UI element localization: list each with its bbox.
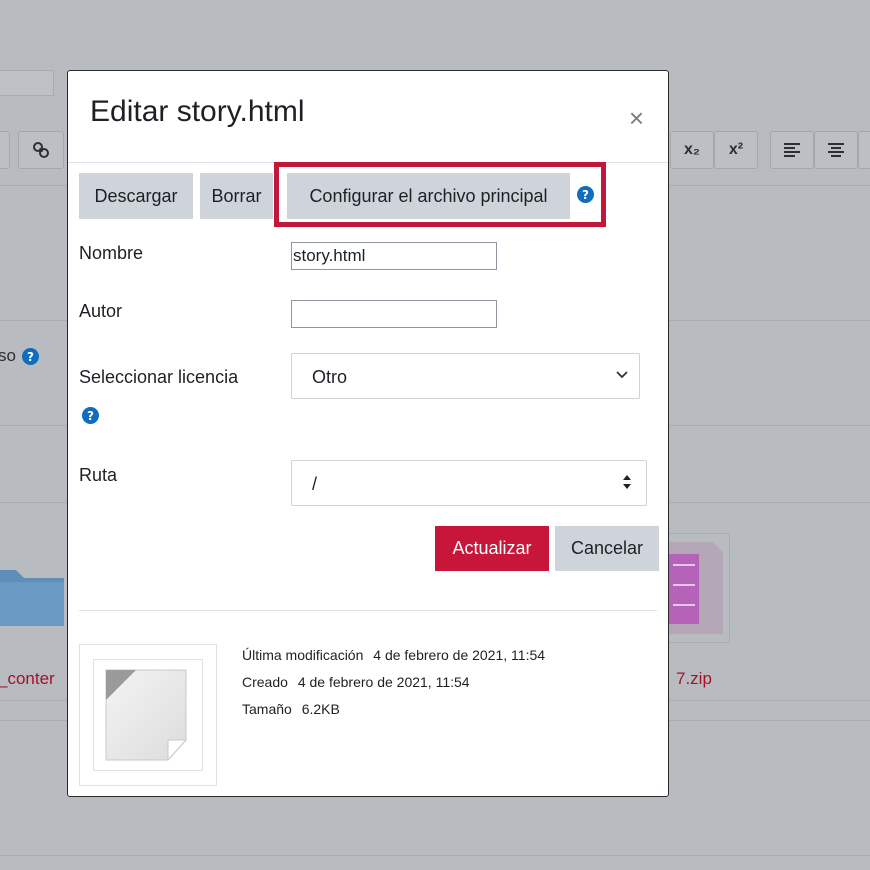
download-button[interactable]: Descargar (79, 173, 193, 219)
size-label: Tamaño (242, 701, 292, 717)
modified-label: Última modificación (242, 647, 364, 663)
superscript-button: x² (714, 131, 758, 169)
folder-link-partial: _conter (0, 669, 55, 688)
dialog-title: Editar story.html (90, 95, 305, 128)
toolbar-link-button (18, 131, 64, 169)
zip-file-icon (669, 542, 723, 634)
license-select[interactable]: Otro (291, 353, 640, 399)
toolbar-button-more (858, 131, 870, 169)
created-label: Creado (242, 674, 288, 690)
path-selected-value: / (312, 474, 318, 494)
set-main-file-help-icon[interactable]: ? (577, 186, 594, 203)
align-left-button (770, 131, 814, 169)
sort-arrows-icon (623, 475, 631, 489)
background-divider (0, 855, 870, 856)
license-help-icon[interactable]: ? (82, 407, 99, 424)
align-center-icon (828, 143, 844, 157)
highlight-box (274, 162, 606, 227)
update-button[interactable]: Actualizar (435, 526, 549, 571)
file-thumbnail-frame (93, 659, 203, 771)
file-icon (105, 669, 188, 762)
created-value: 4 de febrero de 2021, 11:54 (297, 674, 470, 690)
modified-info: Última modificación 4 de febrero de 2021… (242, 647, 545, 663)
zip-file-tile (660, 533, 730, 643)
link-icon (33, 142, 49, 158)
edit-file-dialog: Editar story.html × Descargar Borrar Con… (67, 70, 669, 797)
folder-icon (0, 570, 64, 626)
zip-link-partial: 7.zip (676, 669, 712, 688)
chevron-down-icon (616, 371, 628, 379)
align-center-button (814, 131, 858, 169)
created-info: Creado 4 de febrero de 2021, 11:54 (242, 674, 470, 690)
toolbar-button-partial (0, 131, 10, 169)
background-label-partial: so (0, 346, 16, 365)
path-select[interactable]: / (291, 460, 647, 506)
subscript-label: x₂ (683, 141, 700, 158)
license-label: Seleccionar licencia (79, 367, 239, 387)
size-info: Tamaño 6.2KB (242, 701, 340, 717)
cancel-button[interactable]: Cancelar (555, 526, 659, 571)
body-divider (79, 610, 657, 611)
name-label: Nombre (79, 243, 144, 263)
author-input[interactable] (291, 300, 497, 328)
delete-button[interactable]: Borrar (200, 173, 273, 219)
path-label: Ruta (79, 465, 118, 485)
modified-value: 4 de febrero de 2021, 11:54 (373, 647, 546, 663)
name-input[interactable]: story.html (291, 242, 497, 270)
subscript-button: x₂ (670, 131, 714, 169)
superscript-label: x² (728, 141, 744, 158)
background-help-icon: ? (22, 348, 39, 365)
size-value: 6.2KB (301, 701, 340, 717)
close-icon[interactable]: × (629, 105, 644, 131)
file-thumbnail (79, 644, 217, 786)
background-input (0, 70, 54, 96)
license-selected-value: Otro (312, 367, 348, 387)
author-label: Autor (79, 301, 123, 321)
align-left-icon (784, 143, 800, 157)
